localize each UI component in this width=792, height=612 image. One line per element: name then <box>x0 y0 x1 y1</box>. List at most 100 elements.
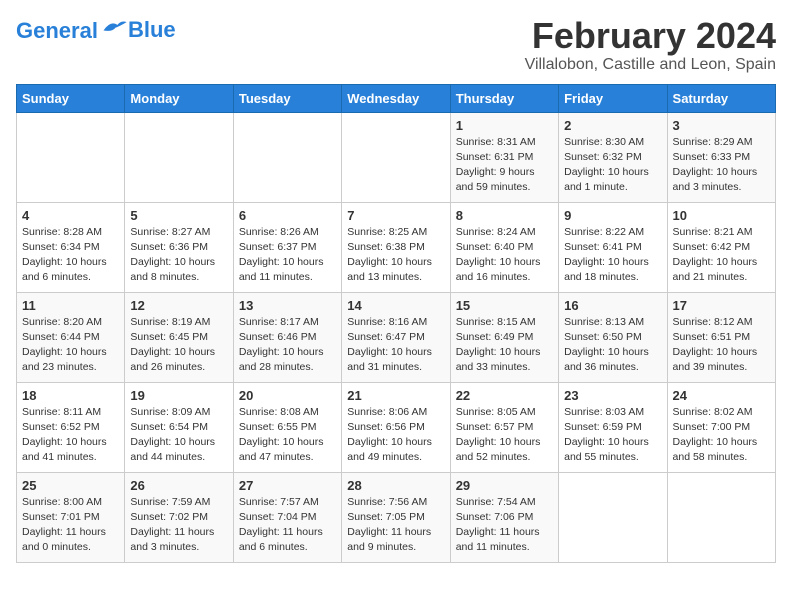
calendar-header-cell: Tuesday <box>233 84 341 112</box>
day-info: Sunrise: 7:57 AM Sunset: 7:04 PM Dayligh… <box>239 495 336 556</box>
day-number: 13 <box>239 298 336 313</box>
day-number: 9 <box>564 208 661 223</box>
calendar-header-cell: Friday <box>559 84 667 112</box>
day-number: 20 <box>239 388 336 403</box>
calendar-day-cell: 7Sunrise: 8:25 AM Sunset: 6:38 PM Daylig… <box>342 202 450 292</box>
day-info: Sunrise: 8:21 AM Sunset: 6:42 PM Dayligh… <box>673 225 770 286</box>
calendar-day-cell: 9 Sunrise: 8:22 AM Sunset: 6:41 PM Daylig… <box>559 202 667 292</box>
calendar-header-cell: Saturday <box>667 84 775 112</box>
logo: General Blue <box>16 16 176 43</box>
calendar-day-cell: 4 Sunrise: 8:28 AM Sunset: 6:34 PM Daylig… <box>17 202 125 292</box>
day-number: 2 <box>564 118 661 133</box>
day-info: Sunrise: 8:05 AM Sunset: 6:57 PM Dayligh… <box>456 405 553 466</box>
day-info: Sunrise: 8:13 AM Sunset: 6:50 PM Dayligh… <box>564 315 661 376</box>
day-info: Sunrise: 7:59 AM Sunset: 7:02 PM Dayligh… <box>130 495 227 556</box>
day-info: Sunrise: 8:03 AM Sunset: 6:59 PM Dayligh… <box>564 405 661 466</box>
calendar-day-cell: 11 Sunrise: 8:20 AM Sunset: 6:44 PM Dayli… <box>17 292 125 382</box>
day-info: Sunrise: 8:27 AM Sunset: 6:36 PM Dayligh… <box>130 225 227 286</box>
day-info: Sunrise: 8:16 AM Sunset: 6:47 PM Dayligh… <box>347 315 444 376</box>
calendar-day-cell: 27 Sunrise: 7:57 AM Sunset: 7:04 PM Dayli… <box>233 472 341 562</box>
day-info: Sunrise: 8:15 AM Sunset: 6:49 PM Dayligh… <box>456 315 553 376</box>
day-number: 23 <box>564 388 661 403</box>
day-number: 17 <box>673 298 770 313</box>
day-info: Sunrise: 8:12 AM Sunset: 6:51 PM Dayligh… <box>673 315 770 376</box>
day-info: Sunrise: 8:31 AM Sunset: 6:31 PM Dayligh… <box>456 135 553 196</box>
day-number: 26 <box>130 478 227 493</box>
month-title: February 2024 <box>525 16 776 56</box>
day-info: Sunrise: 8:17 AM Sunset: 6:46 PM Dayligh… <box>239 315 336 376</box>
day-info: Sunrise: 8:24 AM Sunset: 6:40 PM Dayligh… <box>456 225 553 286</box>
calendar-day-cell: 26 Sunrise: 7:59 AM Sunset: 7:02 PM Dayli… <box>125 472 233 562</box>
calendar-day-cell <box>125 112 233 202</box>
calendar-day-cell: 24Sunrise: 8:02 AM Sunset: 7:00 PM Dayli… <box>667 382 775 472</box>
calendar-day-cell: 25Sunrise: 8:00 AM Sunset: 7:01 PM Dayli… <box>17 472 125 562</box>
calendar-day-cell: 16 Sunrise: 8:13 AM Sunset: 6:50 PM Dayli… <box>559 292 667 382</box>
day-number: 16 <box>564 298 661 313</box>
calendar-week-row: 18 Sunrise: 8:11 AM Sunset: 6:52 PM Dayli… <box>17 382 776 472</box>
calendar-day-cell <box>17 112 125 202</box>
day-info: Sunrise: 8:08 AM Sunset: 6:55 PM Dayligh… <box>239 405 336 466</box>
calendar-day-cell: 18 Sunrise: 8:11 AM Sunset: 6:52 PM Dayli… <box>17 382 125 472</box>
logo-text: General <box>16 16 128 43</box>
calendar-day-cell <box>667 472 775 562</box>
calendar-day-cell: 5 Sunrise: 8:27 AM Sunset: 6:36 PM Daylig… <box>125 202 233 292</box>
day-number: 5 <box>130 208 227 223</box>
calendar-day-cell: 17 Sunrise: 8:12 AM Sunset: 6:51 PM Dayli… <box>667 292 775 382</box>
calendar-day-cell: 10Sunrise: 8:21 AM Sunset: 6:42 PM Dayli… <box>667 202 775 292</box>
calendar-header-cell: Sunday <box>17 84 125 112</box>
calendar-header-cell: Wednesday <box>342 84 450 112</box>
day-info: Sunrise: 8:20 AM Sunset: 6:44 PM Dayligh… <box>22 315 119 376</box>
day-info: Sunrise: 8:29 AM Sunset: 6:33 PM Dayligh… <box>673 135 770 196</box>
calendar-day-cell: 2 Sunrise: 8:30 AM Sunset: 6:32 PM Daylig… <box>559 112 667 202</box>
page-header: General Blue February 2024 Villalobon, C… <box>16 16 776 74</box>
calendar-day-cell: 20 Sunrise: 8:08 AM Sunset: 6:55 PM Dayli… <box>233 382 341 472</box>
calendar-week-row: 25Sunrise: 8:00 AM Sunset: 7:01 PM Dayli… <box>17 472 776 562</box>
calendar-day-cell: 13 Sunrise: 8:17 AM Sunset: 6:46 PM Dayli… <box>233 292 341 382</box>
day-number: 11 <box>22 298 119 313</box>
logo-blue: Blue <box>128 18 176 42</box>
day-info: Sunrise: 8:11 AM Sunset: 6:52 PM Dayligh… <box>22 405 119 466</box>
calendar-day-cell <box>342 112 450 202</box>
calendar-header-cell: Thursday <box>450 84 558 112</box>
day-info: Sunrise: 8:22 AM Sunset: 6:41 PM Dayligh… <box>564 225 661 286</box>
day-number: 18 <box>22 388 119 403</box>
day-info: Sunrise: 8:25 AM Sunset: 6:38 PM Dayligh… <box>347 225 444 286</box>
day-number: 24 <box>673 388 770 403</box>
day-number: 6 <box>239 208 336 223</box>
day-number: 15 <box>456 298 553 313</box>
day-number: 3 <box>673 118 770 133</box>
calendar-table: SundayMondayTuesdayWednesdayThursdayFrid… <box>16 84 776 563</box>
day-info: Sunrise: 8:19 AM Sunset: 6:45 PM Dayligh… <box>130 315 227 376</box>
day-number: 19 <box>130 388 227 403</box>
day-info: Sunrise: 8:00 AM Sunset: 7:01 PM Dayligh… <box>22 495 119 556</box>
calendar-day-cell: 19 Sunrise: 8:09 AM Sunset: 6:54 PM Dayli… <box>125 382 233 472</box>
day-info: Sunrise: 8:09 AM Sunset: 6:54 PM Dayligh… <box>130 405 227 466</box>
calendar-day-cell: 22 Sunrise: 8:05 AM Sunset: 6:57 PM Dayli… <box>450 382 558 472</box>
day-info: Sunrise: 8:06 AM Sunset: 6:56 PM Dayligh… <box>347 405 444 466</box>
day-info: Sunrise: 8:30 AM Sunset: 6:32 PM Dayligh… <box>564 135 661 196</box>
calendar-body: 1 Sunrise: 8:31 AM Sunset: 6:31 PM Daylig… <box>17 112 776 562</box>
calendar-day-cell: 28 Sunrise: 7:56 AM Sunset: 7:05 PM Dayli… <box>342 472 450 562</box>
calendar-day-cell: 21 Sunrise: 8:06 AM Sunset: 6:56 PM Dayli… <box>342 382 450 472</box>
calendar-week-row: 1 Sunrise: 8:31 AM Sunset: 6:31 PM Daylig… <box>17 112 776 202</box>
day-info: Sunrise: 7:54 AM Sunset: 7:06 PM Dayligh… <box>456 495 553 556</box>
location-title: Villalobon, Castille and Leon, Spain <box>525 56 776 74</box>
calendar-day-cell: 1 Sunrise: 8:31 AM Sunset: 6:31 PM Daylig… <box>450 112 558 202</box>
day-number: 1 <box>456 118 553 133</box>
logo-bird-icon <box>100 16 128 38</box>
day-number: 12 <box>130 298 227 313</box>
calendar-header-cell: Monday <box>125 84 233 112</box>
day-info: Sunrise: 7:56 AM Sunset: 7:05 PM Dayligh… <box>347 495 444 556</box>
day-number: 27 <box>239 478 336 493</box>
day-number: 28 <box>347 478 444 493</box>
day-info: Sunrise: 8:26 AM Sunset: 6:37 PM Dayligh… <box>239 225 336 286</box>
day-number: 29 <box>456 478 553 493</box>
day-number: 4 <box>22 208 119 223</box>
day-number: 22 <box>456 388 553 403</box>
day-number: 21 <box>347 388 444 403</box>
calendar-day-cell <box>559 472 667 562</box>
day-info: Sunrise: 8:28 AM Sunset: 6:34 PM Dayligh… <box>22 225 119 286</box>
title-section: February 2024 Villalobon, Castille and L… <box>525 16 776 74</box>
calendar-week-row: 11 Sunrise: 8:20 AM Sunset: 6:44 PM Dayli… <box>17 292 776 382</box>
calendar-header-row: SundayMondayTuesdayWednesdayThursdayFrid… <box>17 84 776 112</box>
